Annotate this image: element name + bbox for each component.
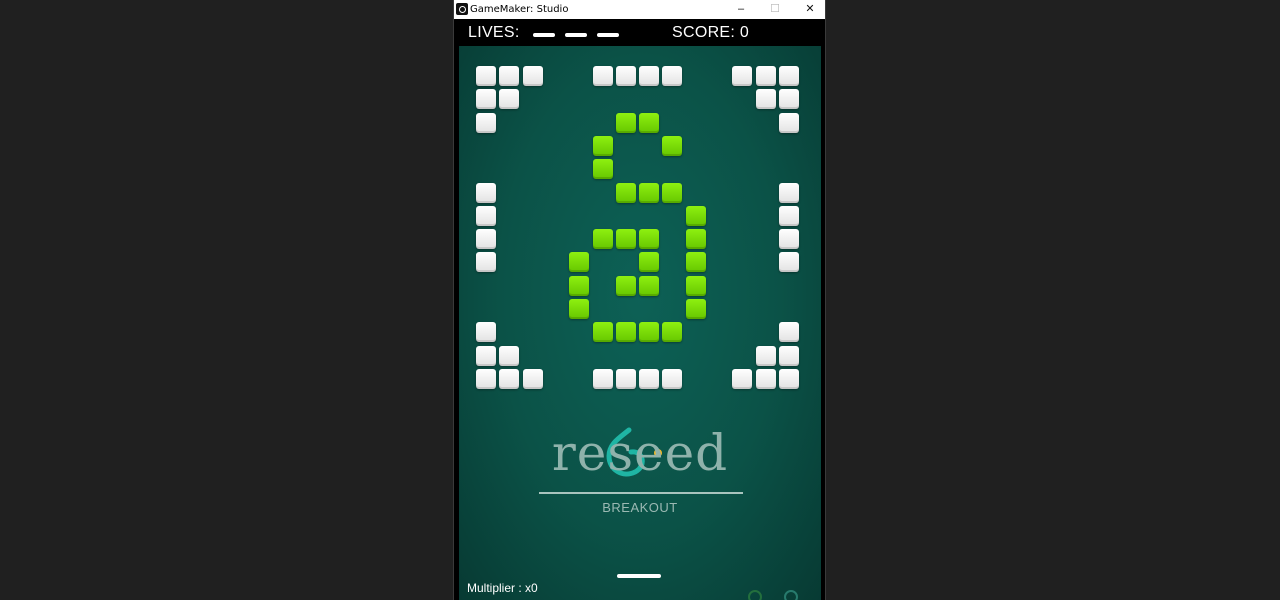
- green-brick: [686, 252, 706, 272]
- green-brick: [639, 252, 659, 272]
- lives-label: LIVES:: [468, 24, 520, 41]
- green-brick: [569, 299, 589, 319]
- white-brick: [499, 89, 519, 109]
- white-brick: [476, 322, 496, 342]
- life-indicator: [597, 33, 619, 37]
- green-brick: [639, 113, 659, 133]
- white-brick: [476, 206, 496, 226]
- white-brick: [779, 89, 799, 109]
- score-display: SCORE: 0: [672, 24, 750, 41]
- white-brick: [779, 113, 799, 133]
- white-brick: [779, 369, 799, 389]
- green-brick: [616, 322, 636, 342]
- brand-wordmark: reseed: [551, 424, 729, 482]
- gamemaker-app-icon: [456, 3, 468, 15]
- white-brick: [476, 252, 496, 272]
- green-brick: [593, 136, 613, 156]
- green-brick: [616, 276, 636, 296]
- green-brick: [662, 136, 682, 156]
- white-brick: [779, 183, 799, 203]
- white-brick: [779, 206, 799, 226]
- white-brick: [756, 369, 776, 389]
- white-brick: [593, 66, 613, 86]
- green-brick: [616, 229, 636, 249]
- life-indicator: [533, 33, 555, 37]
- green-brick: [639, 322, 659, 342]
- white-brick: [476, 346, 496, 366]
- game-subtitle: BREAKOUT: [602, 500, 678, 515]
- green-brick: [593, 322, 613, 342]
- white-brick: [779, 322, 799, 342]
- green-brick: [686, 299, 706, 319]
- white-brick: [779, 66, 799, 86]
- multiplier-display: Multiplier : x0: [467, 581, 538, 595]
- playfield[interactable]: reseed BREAKOUT Multiplier : x0: [459, 46, 821, 600]
- white-brick: [476, 229, 496, 249]
- white-brick: [593, 369, 613, 389]
- paddle[interactable]: [617, 574, 661, 578]
- life-indicator: [565, 33, 587, 37]
- green-brick: [639, 183, 659, 203]
- window-title: GameMaker: Studio: [470, 4, 569, 15]
- white-brick: [476, 183, 496, 203]
- green-brick: [569, 252, 589, 272]
- white-brick: [476, 66, 496, 86]
- white-brick: [779, 346, 799, 366]
- hud-bar: LIVES: SCORE: 0: [454, 19, 825, 46]
- green-brick: [616, 113, 636, 133]
- white-brick: [476, 113, 496, 133]
- white-brick: [779, 229, 799, 249]
- white-brick: [639, 369, 659, 389]
- white-brick: [779, 252, 799, 272]
- sprout-badge-icon: [784, 590, 798, 600]
- white-brick: [499, 369, 519, 389]
- green-brick: [639, 229, 659, 249]
- green-brick: [639, 276, 659, 296]
- white-brick: [756, 346, 776, 366]
- white-brick: [476, 89, 496, 109]
- white-brick: [476, 369, 496, 389]
- white-brick: [662, 66, 682, 86]
- game-window: GameMaker: Studio – ☐ ✕ LIVES: SCORE: 0 …: [453, 0, 826, 600]
- white-brick: [756, 89, 776, 109]
- white-brick: [616, 66, 636, 86]
- green-brick: [569, 276, 589, 296]
- leaf-badge-icon: [748, 590, 762, 600]
- green-brick: [686, 206, 706, 226]
- title-bar[interactable]: GameMaker: Studio – ☐ ✕: [454, 0, 825, 19]
- logo-divider: [539, 492, 743, 494]
- white-brick: [523, 66, 543, 86]
- white-brick: [756, 66, 776, 86]
- white-brick: [616, 369, 636, 389]
- green-brick: [662, 322, 682, 342]
- green-brick: [686, 229, 706, 249]
- green-brick: [593, 159, 613, 179]
- minimize-button[interactable]: –: [724, 0, 758, 19]
- white-brick: [639, 66, 659, 86]
- close-button[interactable]: ✕: [793, 0, 825, 19]
- white-brick: [523, 369, 543, 389]
- green-brick: [662, 183, 682, 203]
- green-brick: [686, 276, 706, 296]
- white-brick: [499, 66, 519, 86]
- white-brick: [732, 369, 752, 389]
- white-brick: [499, 346, 519, 366]
- green-brick: [616, 183, 636, 203]
- green-brick: [593, 229, 613, 249]
- white-brick: [732, 66, 752, 86]
- white-brick: [662, 369, 682, 389]
- maximize-button[interactable]: ☐: [758, 0, 792, 19]
